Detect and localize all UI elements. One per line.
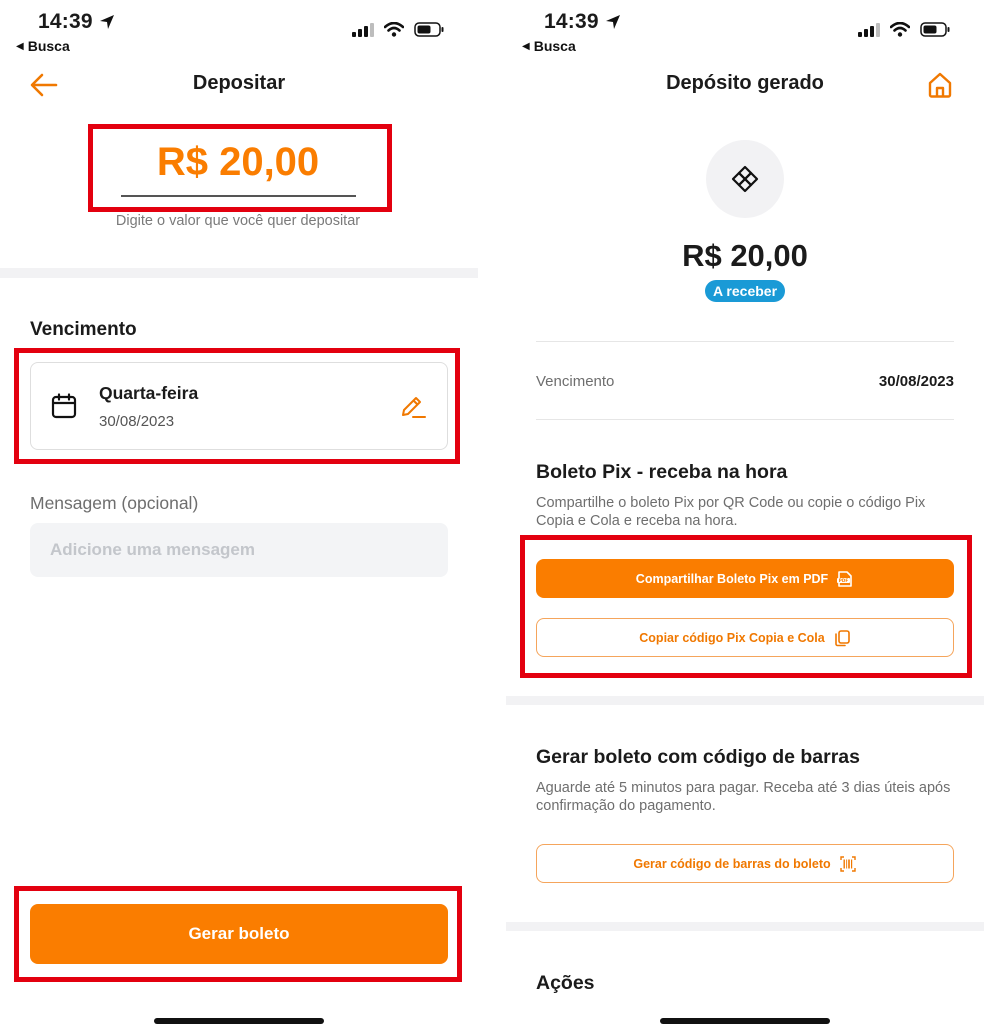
due-date-card[interactable]: Quarta-feira 30/08/2023 <box>30 362 448 450</box>
due-value: 30/08/2023 <box>878 373 954 390</box>
due-date-label: 30/08/2023 <box>99 413 175 430</box>
back-to-search-link[interactable]: ◀ Busca <box>522 38 576 54</box>
time-label: 14:39 <box>544 10 599 33</box>
status-icons <box>352 22 444 37</box>
time-label: 14:39 <box>38 10 93 33</box>
battery-icon <box>414 22 444 37</box>
due-section-title: Vencimento <box>30 319 137 340</box>
status-time: 14:39 <box>38 10 115 34</box>
pix-section-title: Boleto Pix - receba na hora <box>536 461 788 483</box>
status-time: 14:39 <box>544 10 621 34</box>
share-pdf-button[interactable]: Compartilhar Boleto Pix em PDF PDF <box>536 559 954 598</box>
status-badge: A receber <box>705 280 785 302</box>
section-separator <box>0 268 478 278</box>
battery-icon <box>920 22 950 37</box>
due-day-label: Quarta-feira <box>99 383 199 403</box>
location-arrow-icon <box>99 15 114 29</box>
edit-pencil-icon[interactable] <box>399 393 427 421</box>
generated-amount: R$ 20,00 <box>682 238 808 273</box>
back-label: Busca <box>533 38 576 54</box>
page-title: Depósito gerado <box>666 72 824 94</box>
wifi-icon <box>384 22 404 37</box>
share-pdf-label: Compartilhar Boleto Pix em PDF <box>635 571 829 586</box>
divider <box>536 341 954 342</box>
status-icons <box>858 22 950 37</box>
copy-pix-label: Copiar código Pix Copia e Cola <box>639 630 825 645</box>
home-indicator <box>154 1018 324 1024</box>
section-separator <box>506 922 984 931</box>
home-icon[interactable] <box>926 71 954 99</box>
deposit-generated-screen: 14:39 ◀ Busca Depósito gerado R$ 20,00 A… <box>506 0 984 1034</box>
barcode-icon <box>839 855 856 872</box>
actions-section-title: Ações <box>536 972 595 994</box>
amount-input[interactable]: R$ 20,00 <box>120 140 356 185</box>
back-triangle-icon: ◀ <box>522 40 530 52</box>
barcode-section-title: Gerar boleto com código de barras <box>536 746 860 768</box>
back-triangle-icon: ◀ <box>16 40 24 52</box>
generate-barcode-label: Gerar código de barras do boleto <box>633 856 831 871</box>
home-indicator <box>660 1018 830 1024</box>
message-placeholder: Adicione uma mensagem <box>50 540 256 559</box>
amount-underline <box>121 195 356 197</box>
cellular-signal-icon <box>858 22 880 37</box>
amount-hint: Digite o valor que você quer depositar <box>115 213 361 229</box>
back-label: Busca <box>27 38 70 54</box>
back-to-search-link[interactable]: ◀ Busca <box>16 38 70 54</box>
pdf-file-icon: PDF <box>837 570 853 587</box>
due-label: Vencimento <box>536 373 615 390</box>
copy-pix-code-button[interactable]: Copiar código Pix Copia e Cola <box>536 618 954 657</box>
cellular-signal-icon <box>352 22 374 37</box>
barcode-description: Aguarde até 5 minutos para pagar. Receba… <box>536 780 951 814</box>
pix-logo-circle <box>706 140 784 218</box>
message-label: Mensagem (opcional) <box>30 493 199 513</box>
divider <box>536 419 954 420</box>
generate-barcode-button[interactable]: Gerar código de barras do boleto <box>536 844 954 883</box>
pix-logo-icon <box>731 165 759 193</box>
page-title: Depositar <box>192 72 286 94</box>
calendar-icon <box>51 393 77 419</box>
wifi-icon <box>890 22 910 37</box>
svg-text:PDF: PDF <box>839 578 849 583</box>
location-arrow-icon <box>605 15 620 29</box>
message-input[interactable]: Adicione uma mensagem <box>30 523 448 577</box>
pix-description: Compartilhe o boleto Pix por QR Code ou … <box>536 495 926 529</box>
deposit-screen: 14:39 ◀ Busca Depositar R$ 20,00 Digite … <box>0 0 478 1034</box>
copy-icon <box>834 629 850 646</box>
section-separator <box>506 696 984 705</box>
generate-boleto-button[interactable]: Gerar boleto <box>30 904 448 964</box>
